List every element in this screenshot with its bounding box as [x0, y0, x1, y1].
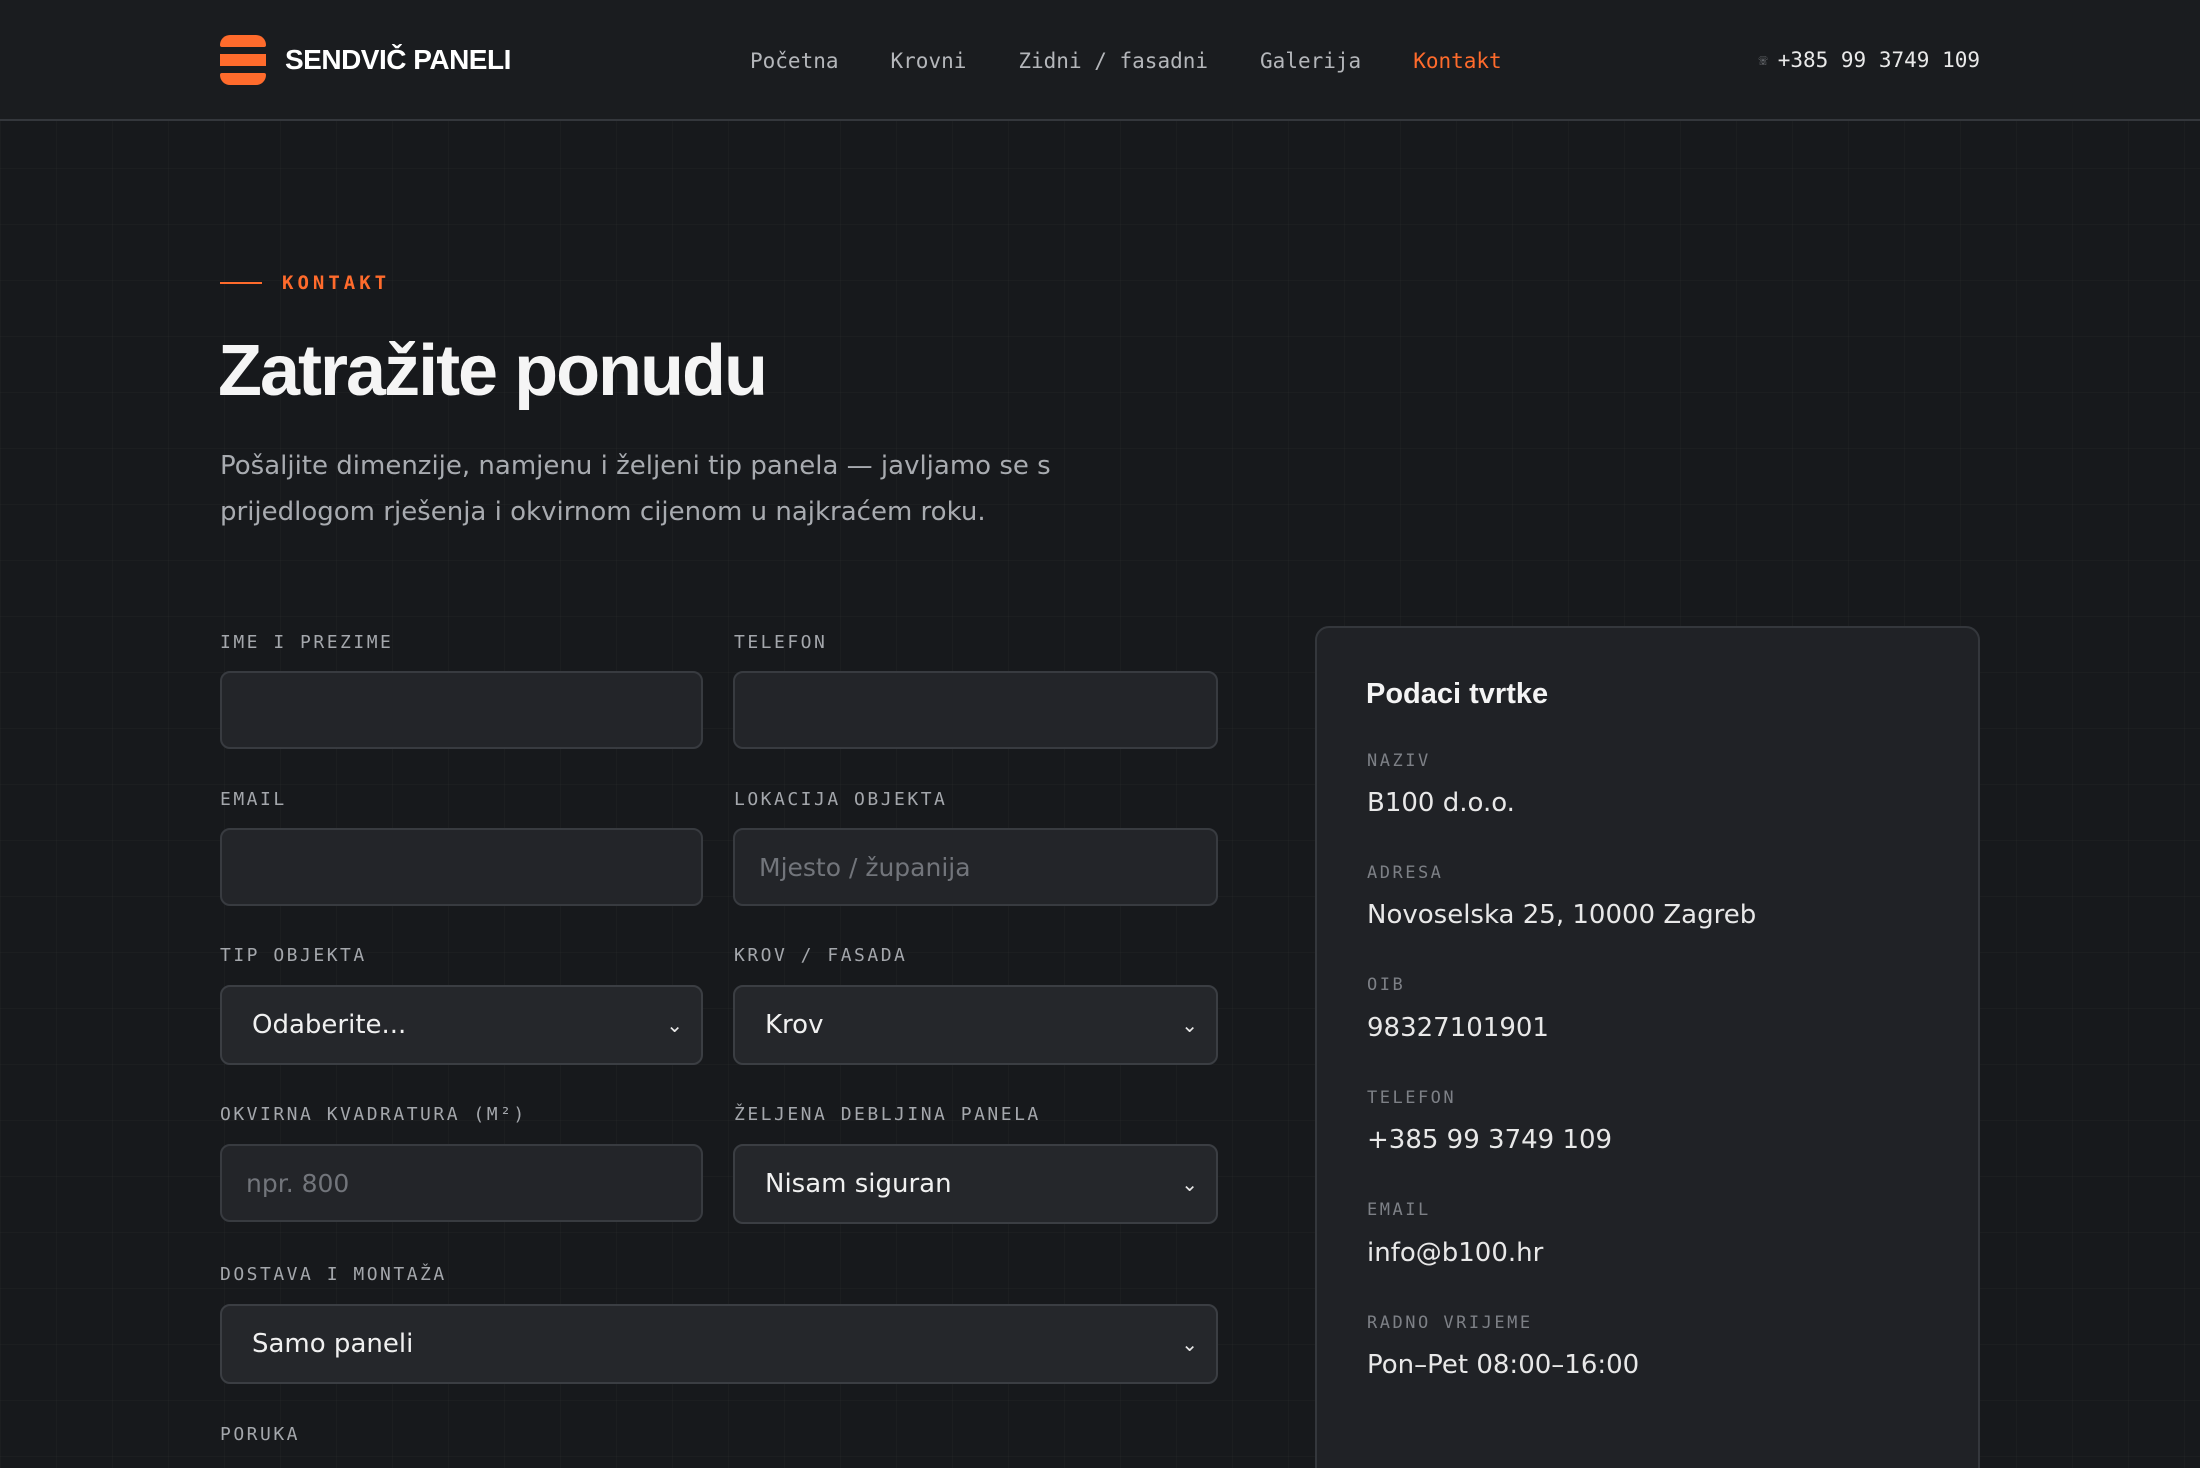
roof-facade-select[interactable]: Krov ⌄ [733, 985, 1218, 1065]
area-input[interactable] [220, 1144, 703, 1222]
main-nav: Početna Krovni Zidni / fasadni Galerija … [750, 49, 1554, 73]
chevron-down-icon: ⌄ [666, 1013, 683, 1037]
thickness-label: ŽELJENA DEBLJINA PANELA [734, 1104, 1041, 1125]
page-title: Zatražite ponudu [218, 331, 768, 411]
object-type-select[interactable]: Odaberite... ⌄ [220, 985, 703, 1065]
roof-facade-value: Krov [765, 1010, 824, 1040]
delivery-label: DOSTAVA I MONTAŽA [220, 1264, 447, 1285]
company-name-value: B100 d.o.o. [1367, 788, 1515, 818]
page-lead: Pošaljite dimenzije, namjenu i željeni t… [220, 451, 1051, 527]
header-phone-number: +385 99 3749 109 [1777, 48, 1980, 72]
thickness-value: Nisam siguran [765, 1169, 952, 1199]
nav-link-wall-facade[interactable]: Zidni / fasadni [1018, 49, 1208, 73]
nav-link-roof[interactable]: Krovni [891, 49, 967, 73]
company-address-value: Novoselska 25, 10000 Zagreb [1367, 900, 1757, 930]
chevron-down-icon: ⌄ [1181, 1332, 1198, 1356]
object-type-label: TIP OBJEKTA [220, 945, 367, 966]
eyebrow-line [220, 282, 262, 284]
header-phone-link[interactable]: ☏ +385 99 3749 109 [1759, 48, 1980, 72]
email-input[interactable] [220, 828, 703, 906]
email-label: EMAIL [220, 789, 287, 810]
company-oib-value: 98327101901 [1367, 1013, 1549, 1043]
roof-facade-label: KROV / FASADA [734, 945, 908, 966]
phone-input[interactable] [733, 671, 1218, 749]
brand-name: SENDVIČ PANELI [285, 44, 511, 75]
company-name-label: NAZIV [1367, 751, 1431, 771]
phone-icon: ☏ [1758, 51, 1768, 69]
company-email-value[interactable]: info@b100.hr [1367, 1238, 1543, 1268]
company-card-title: Podaci tvrtke [1366, 678, 1549, 710]
nav-link-contact[interactable]: Kontakt [1413, 49, 1502, 73]
brand-logo[interactable]: SENDVIČ PANELI [220, 35, 511, 85]
company-oib-label: OIB [1367, 975, 1406, 995]
thickness-select[interactable]: Nisam siguran ⌄ [733, 1144, 1218, 1224]
chevron-down-icon: ⌄ [1181, 1172, 1198, 1196]
company-email-label: EMAIL [1367, 1200, 1431, 1220]
phone-label: TELEFON [734, 632, 828, 653]
object-type-value: Odaberite... [252, 1010, 407, 1040]
name-input[interactable] [220, 671, 703, 749]
location-input[interactable] [733, 828, 1218, 906]
company-info-card: Podaci tvrtke NAZIV B100 d.o.o. ADRESA N… [1315, 626, 1980, 1468]
chevron-down-icon: ⌄ [1181, 1013, 1198, 1037]
area-label: OKVIRNA KVADRATURA (M²) [220, 1104, 527, 1125]
delivery-value: Samo paneli [252, 1329, 414, 1359]
delivery-select[interactable]: Samo paneli ⌄ [220, 1304, 1218, 1384]
company-hours-label: RADNO VRIJEME [1367, 1313, 1533, 1333]
panels-logo-icon [220, 35, 266, 85]
name-label: IME I PREZIME [220, 632, 394, 653]
location-label: LOKACIJA OBJEKTA [734, 789, 948, 810]
message-label: PORUKA [220, 1424, 301, 1445]
site-header: SENDVIČ PANELI Početna Krovni Zidni / fa… [0, 0, 2200, 121]
company-hours-value: Pon–Pet 08:00–16:00 [1367, 1350, 1640, 1380]
eyebrow-label: KONTAKT [282, 272, 391, 294]
nav-link-home[interactable]: Početna [750, 49, 839, 73]
nav-link-gallery[interactable]: Galerija [1260, 49, 1361, 73]
company-phone-value[interactable]: +385 99 3749 109 [1367, 1125, 1612, 1155]
section-eyebrow: KONTAKT [220, 272, 390, 294]
company-address-label: ADRESA [1367, 863, 1444, 883]
company-phone-label: TELEFON [1367, 1088, 1457, 1108]
